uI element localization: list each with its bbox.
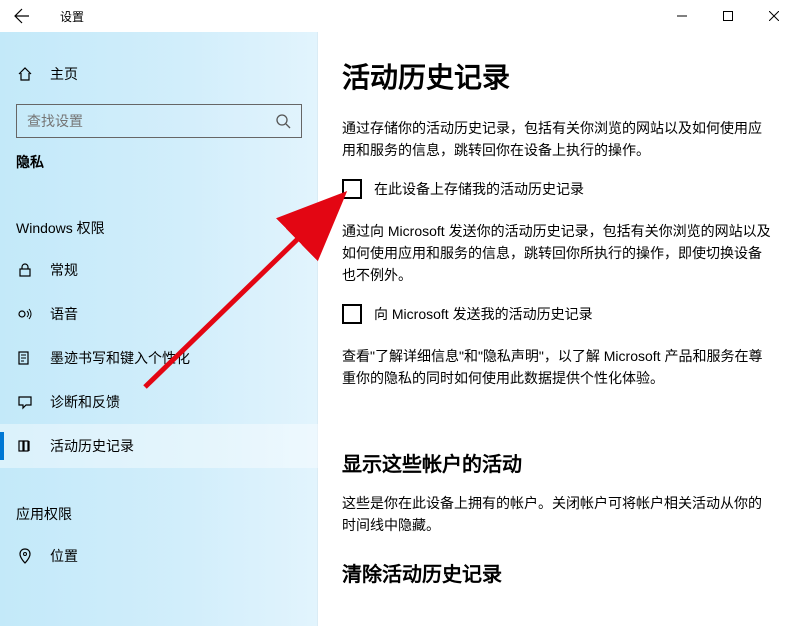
home-icon [16,65,34,83]
back-arrow-icon [14,8,30,24]
location-icon [16,547,34,565]
back-button[interactable] [0,0,44,32]
speech-icon [16,305,34,323]
nav-label: 语音 [50,304,78,324]
checkbox-icon[interactable] [342,304,362,324]
search-input[interactable] [27,113,275,129]
sidebar-item-home[interactable]: 主页 [0,52,318,96]
subheading-clear: 清除活动历史记录 [342,558,775,587]
app-title: 设置 [60,8,84,25]
sidebar: 主页 隐私 Windows 权限 常规 语音 墨迹书写 [0,32,318,626]
section-windows-permissions: Windows 权限 [0,210,318,248]
close-icon [769,11,779,21]
titlebar: 设置 [0,0,797,32]
main-panel: 活动历史记录 通过存储你的活动历史记录，包括有关你浏览的网站以及如何使用应用和服… [318,32,797,626]
sidebar-item-location[interactable]: 位置 [0,534,318,578]
lock-icon [16,261,34,279]
maximize-button[interactable] [705,0,751,32]
activity-icon [16,437,34,455]
intro-text-2: 通过向 Microsoft 发送你的活动历史记录，包括有关你浏览的网站以及如何使… [342,221,775,286]
sidebar-item-general[interactable]: 常规 [0,248,318,292]
intro-text-3: 查看"了解详细信息"和"隐私声明"，以了解 Microsoft 产品和服务在尊重… [342,346,775,389]
sidebar-item-speech[interactable]: 语音 [0,292,318,336]
sidebar-item-activity-history[interactable]: 活动历史记录 [0,424,318,468]
nav-label: 活动历史记录 [50,436,134,456]
minimize-button[interactable] [659,0,705,32]
checkbox-label: 向 Microsoft 发送我的活动历史记录 [374,304,593,324]
nav-label: 诊断和反馈 [50,392,120,412]
page-title: 活动历史记录 [342,56,775,96]
checkbox-label: 在此设备上存储我的活动历史记录 [374,179,584,199]
search-container [16,104,302,138]
nav-label: 墨迹书写和键入个性化 [50,348,190,368]
inking-icon [16,349,34,367]
section-app-permissions: 应用权限 [0,496,318,534]
search-icon [275,113,291,129]
close-button[interactable] [751,0,797,32]
maximize-icon [723,11,733,21]
checkbox-store-on-device[interactable]: 在此设备上存储我的活动历史记录 [342,179,775,199]
sidebar-category-privacy: 隐私 [0,152,318,172]
checkbox-icon[interactable] [342,179,362,199]
subheading-accounts: 显示这些帐户的活动 [342,448,775,477]
feedback-icon [16,393,34,411]
nav-label: 主页 [50,64,78,84]
sidebar-item-inking[interactable]: 墨迹书写和键入个性化 [0,336,318,380]
intro-text-1: 通过存储你的活动历史记录，包括有关你浏览的网站以及如何使用应用和服务的信息，跳转… [342,118,775,161]
checkbox-send-to-microsoft[interactable]: 向 Microsoft 发送我的活动历史记录 [342,304,775,324]
accounts-text: 这些是你在此设备上拥有的帐户。关闭帐户可将帐户相关活动从你的时间线中隐藏。 [342,493,775,536]
nav-label: 常规 [50,260,78,280]
sidebar-item-diagnostics[interactable]: 诊断和反馈 [0,380,318,424]
content-area: 主页 隐私 Windows 权限 常规 语音 墨迹书写 [0,32,797,626]
search-box[interactable] [16,104,302,138]
nav-label: 位置 [50,546,78,566]
minimize-icon [677,11,687,21]
window-controls [659,0,797,32]
